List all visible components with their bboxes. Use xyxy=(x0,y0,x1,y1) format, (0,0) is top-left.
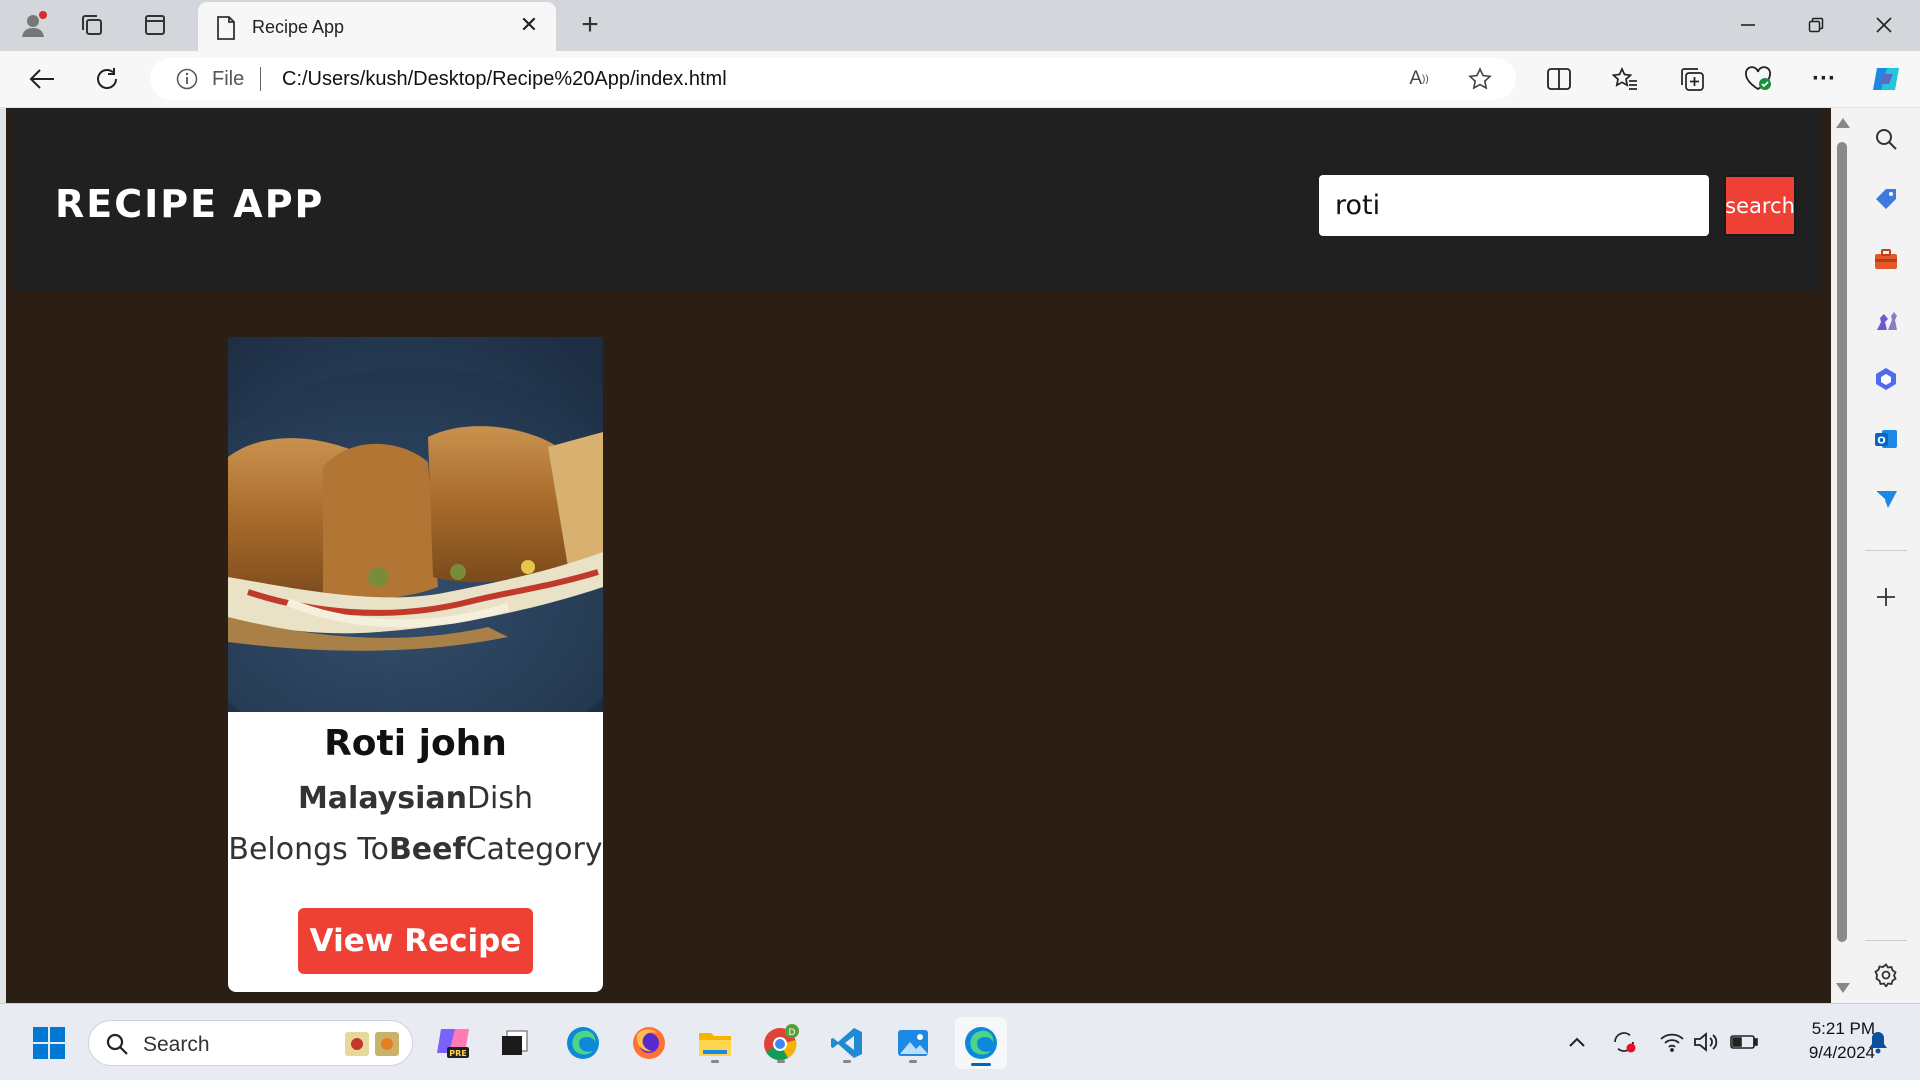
running-indicator xyxy=(777,1060,785,1063)
vscode-icon[interactable] xyxy=(824,1020,870,1066)
outlook-icon[interactable]: O xyxy=(1867,420,1905,458)
recipe-name: Roti john xyxy=(324,723,507,764)
workspaces-icon[interactable] xyxy=(75,8,109,42)
address-separator xyxy=(260,67,261,91)
sidebar-divider xyxy=(1865,940,1907,941)
recipe-category-suffix: Category xyxy=(465,832,603,867)
battery-icon[interactable] xyxy=(1728,1026,1760,1058)
search-icon[interactable] xyxy=(1867,120,1905,158)
taskbar-search-box[interactable]: Search xyxy=(88,1020,413,1066)
running-indicator xyxy=(843,1060,851,1063)
tab-title: Recipe App xyxy=(252,17,345,37)
address-url[interactable]: C:/Users/kush/Desktop/Recipe%20App/index… xyxy=(282,68,727,91)
minimize-icon[interactable] xyxy=(1718,6,1778,44)
firefox-icon[interactable] xyxy=(626,1020,672,1066)
search-button[interactable]: search xyxy=(1724,175,1796,236)
view-recipe-button[interactable]: View Recipe xyxy=(298,908,533,974)
browser-tab-strip: Recipe App ✕ + xyxy=(0,0,1920,51)
running-indicator xyxy=(711,1060,719,1063)
favorite-star-icon[interactable] xyxy=(1465,64,1495,94)
copilot-icon[interactable] xyxy=(1868,61,1904,97)
recipe-category-name: Beef xyxy=(388,832,466,867)
recipe-category: Belongs ToBeefCategory xyxy=(228,832,603,867)
recipe-area-suffix: Dish xyxy=(466,781,534,816)
wifi-icon[interactable] xyxy=(1656,1026,1688,1058)
recipe-card: Roti john MalaysianDish Belongs ToBeefCa… xyxy=(228,337,603,992)
reload-icon[interactable] xyxy=(89,61,125,97)
shopping-tag-icon[interactable] xyxy=(1867,180,1905,218)
scroll-down-icon[interactable] xyxy=(1836,983,1850,993)
volume-icon[interactable] xyxy=(1690,1026,1722,1058)
send-icon[interactable] xyxy=(1867,480,1905,518)
active-indicator xyxy=(971,1063,991,1066)
chrome-icon[interactable]: D xyxy=(758,1020,804,1066)
app-title: RECIPE APP xyxy=(55,182,325,226)
tools-icon[interactable] xyxy=(1867,240,1905,278)
recipe-search-input[interactable] xyxy=(1319,175,1709,236)
back-icon[interactable] xyxy=(24,61,60,97)
copilot-pre-icon[interactable]: PRE xyxy=(430,1020,476,1066)
close-window-icon[interactable] xyxy=(1854,6,1914,44)
collections-icon[interactable] xyxy=(1674,61,1710,97)
show-hidden-icons-chevron-icon[interactable] xyxy=(1561,1026,1593,1058)
windows-taskbar: Search PRE D 5:21 PM 9/4/2024 xyxy=(0,1003,1920,1080)
taskbar-search-label: Search xyxy=(143,1033,210,1056)
taskbar-clock[interactable]: 5:21 PM 9/4/2024 xyxy=(1765,1017,1875,1065)
app-header: RECIPE APP search xyxy=(12,108,1822,292)
search-icon xyxy=(106,1033,128,1055)
browser-essentials-icon[interactable] xyxy=(1740,61,1776,97)
file-explorer-icon[interactable] xyxy=(692,1020,738,1066)
page-icon xyxy=(217,16,235,40)
tab-actions-icon[interactable] xyxy=(138,8,172,42)
windows-start-icon[interactable] xyxy=(26,1020,72,1066)
games-icon[interactable] xyxy=(1867,300,1905,338)
more-options-icon[interactable]: ··· xyxy=(1806,61,1842,97)
edge-sidebar: O xyxy=(1853,108,1920,1003)
recipe-area: MalaysianDish xyxy=(228,781,603,816)
scrollbar-thumb[interactable] xyxy=(1837,142,1847,942)
photos-icon[interactable] xyxy=(890,1020,936,1066)
microsoft-365-icon[interactable] xyxy=(1867,360,1905,398)
favorites-icon[interactable] xyxy=(1607,61,1643,97)
svg-text:PRE: PRE xyxy=(449,1049,467,1058)
clock-time: 5:21 PM xyxy=(1811,1019,1875,1038)
edge-active-icon[interactable] xyxy=(955,1017,1007,1069)
settings-gear-icon[interactable] xyxy=(1867,956,1905,994)
tab-recipe-app[interactable]: Recipe App ✕ xyxy=(198,2,556,51)
svg-text:D: D xyxy=(789,1028,796,1038)
running-indicator xyxy=(909,1060,917,1063)
close-tab-icon[interactable]: ✕ xyxy=(514,10,544,40)
address-bar[interactable]: File C:/Users/kush/Desktop/Recipe%20App/… xyxy=(150,58,1516,100)
recipe-category-prefix: Belongs To xyxy=(228,832,389,867)
address-scheme-label: File xyxy=(212,68,245,90)
site-info-icon[interactable] xyxy=(176,68,198,90)
sync-icon[interactable] xyxy=(1608,1026,1640,1058)
read-aloud-icon[interactable]: A)) xyxy=(1404,64,1434,94)
svg-text:O: O xyxy=(1877,436,1886,447)
page-scrollbar[interactable] xyxy=(1831,108,1853,1003)
split-screen-icon[interactable] xyxy=(1541,61,1577,97)
edge-icon[interactable] xyxy=(560,1020,606,1066)
page-viewport: RECIPE APP search xyxy=(6,108,1831,1003)
browser-toolbar: File C:/Users/kush/Desktop/Recipe%20App/… xyxy=(0,51,1920,107)
scroll-up-icon[interactable] xyxy=(1836,118,1850,128)
new-tab-icon[interactable]: + xyxy=(573,8,607,42)
add-icon[interactable] xyxy=(1867,578,1905,616)
search-highlight-icon xyxy=(345,1032,399,1056)
recipe-photo xyxy=(228,337,603,712)
restore-icon[interactable] xyxy=(1786,6,1846,44)
recipe-area-name: Malaysian xyxy=(297,781,467,816)
sidebar-divider xyxy=(1865,550,1907,551)
clock-date: 9/4/2024 xyxy=(1808,1043,1875,1062)
profile-icon[interactable] xyxy=(16,8,50,42)
notification-bell-icon[interactable] xyxy=(1862,1026,1894,1058)
task-view-icon[interactable] xyxy=(492,1020,538,1066)
